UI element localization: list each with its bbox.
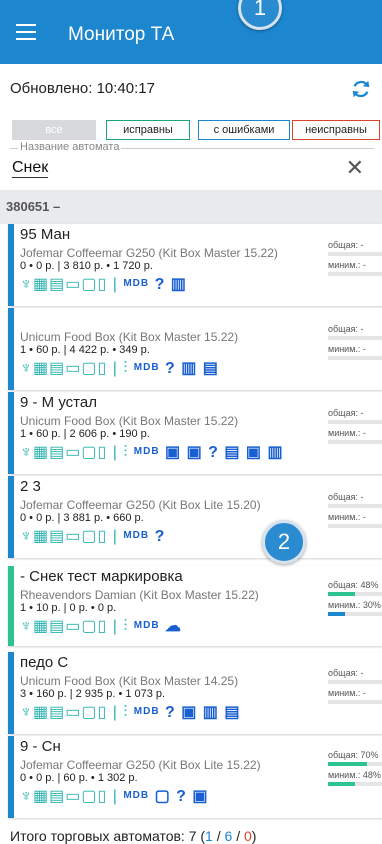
machine-model: Unicum Food Box (Kit Box Master 14.25) bbox=[20, 674, 239, 688]
status-icons: ♆▦▤▭▢▯ | MDB ? bbox=[20, 528, 166, 545]
total-label: общая: - bbox=[328, 324, 364, 334]
machine-name: 9 - М устал bbox=[20, 394, 97, 411]
filter-faulty-button[interactable]: неисправны bbox=[292, 120, 380, 140]
summary-text: Итого торговых автоматов: 7 ( bbox=[10, 828, 206, 844]
machine-name: 95 Ман bbox=[20, 226, 71, 243]
clear-icon[interactable]: ✕ bbox=[346, 155, 364, 181]
summary-sep1: / bbox=[212, 828, 225, 844]
total-level: общая: - bbox=[328, 668, 382, 684]
summary-footer: Итого торговых автоматов: 7 (1 / 6 / 0) bbox=[10, 828, 256, 844]
total-fill bbox=[328, 762, 368, 766]
machine-name: 9 - Сн bbox=[20, 738, 61, 755]
total-label: общая: - bbox=[328, 408, 364, 418]
machine-stats: 0 • 0 р. | 3 810 р. • 1 720 р. bbox=[20, 260, 153, 272]
total-label: общая: 48% bbox=[328, 580, 379, 590]
min-label: миним.: - bbox=[328, 428, 366, 438]
total-label: общая: - bbox=[328, 492, 364, 502]
count-ok: 1 bbox=[205, 828, 213, 844]
status-icons: ♆▦▤▭▢▯ | ⫶ MDB ? ▣ ▥ ▤ bbox=[20, 704, 241, 721]
status-icons: ♆▦▤▭▢▯ | ⫶ MDB ☁ bbox=[20, 618, 183, 635]
machine-card[interactable]: 2 3 Jofemar Coffeemar G250 (Kit Box Lite… bbox=[8, 476, 382, 558]
marker-badge-2: 2 bbox=[262, 520, 306, 564]
min-label: миним.: - bbox=[328, 344, 366, 354]
machine-name: педо С bbox=[20, 654, 69, 671]
min-fill bbox=[328, 612, 345, 616]
machine-name: - Снек тест маркировка bbox=[20, 568, 183, 585]
group-header[interactable]: 380651 – bbox=[0, 190, 382, 224]
min-level: миним.: - bbox=[328, 344, 382, 360]
machine-model: Rheavendors Damian (Kit Box Master 15.22… bbox=[20, 588, 259, 602]
name-search-value[interactable]: Снек bbox=[12, 159, 49, 178]
total-fill bbox=[328, 592, 355, 596]
min-label: миним.: - bbox=[328, 260, 366, 270]
machine-name: 2 3 bbox=[20, 478, 41, 495]
machine-card[interactable]: - Снек тест маркировка Rheavendors Damia… bbox=[8, 566, 382, 646]
group-header-label: 380651 – bbox=[6, 199, 61, 214]
min-level: миним.: - bbox=[328, 260, 382, 276]
machine-card[interactable]: педо С Unicum Food Box (Kit Box Master 1… bbox=[8, 652, 382, 734]
machine-model: Unicum Food Box (Kit Box Master 15.22) bbox=[20, 330, 239, 344]
machine-stats: 3 • 160 р. | 2 935 р. • 1 073 р. bbox=[20, 688, 166, 700]
machine-card[interactable]: Unicum Food Box (Kit Box Master 15.22) 1… bbox=[8, 308, 382, 390]
machine-stats: 1 • 60 р. | 4 422 р. • 349 р. bbox=[20, 344, 150, 356]
machine-stats: 0 • 0 р. | 3 881 р. • 660 р. bbox=[20, 512, 144, 524]
machine-stats: 0 • 0 р. | 60 р. • 1 302 р. bbox=[20, 772, 138, 784]
min-level: миним.: 30% bbox=[328, 600, 382, 616]
total-level: общая: 70% bbox=[328, 750, 382, 766]
updated-time: Обновлено: 10:40:17 bbox=[10, 80, 155, 97]
status-icons: ♆▦▤▭▢▯ | ⫶ MDB ▣ ▣ ? ▤ ▣ ▥ bbox=[20, 444, 284, 461]
machine-stats: 1 • 10 р. | 0 р. • 0 р. bbox=[20, 602, 117, 614]
machine-model: Jofemar Coffeemar G250 (Kit Box Master 1… bbox=[20, 246, 278, 260]
total-label: общая: - bbox=[328, 668, 364, 678]
status-icons: ♆▦▤▭▢▯ | ⫶ MDB ? ▥ ▤ bbox=[20, 360, 219, 377]
filter-errors-button[interactable]: с ошибками bbox=[198, 120, 290, 140]
machine-model: Jofemar Coffeemar G250 (Kit Box Lite 15.… bbox=[20, 498, 261, 512]
name-search-label: Название автомата bbox=[18, 141, 122, 153]
status-icons: ♆▦▤▭▢▯ | MDB ? ▥ bbox=[20, 276, 187, 293]
summary-sep2: / bbox=[232, 828, 244, 844]
summary-end: ) bbox=[251, 828, 257, 844]
filter-bar: все исправны с ошибками неисправны bbox=[12, 120, 382, 140]
menu-icon[interactable] bbox=[16, 24, 36, 40]
total-label: общая: - bbox=[328, 240, 364, 250]
min-fill bbox=[328, 782, 355, 786]
min-label: миним.: 30% bbox=[328, 600, 381, 610]
name-search-field[interactable]: Название автомата Снек ✕ bbox=[10, 141, 374, 181]
total-level: общая: 48% bbox=[328, 580, 382, 596]
count-bad: 0 bbox=[243, 828, 252, 844]
min-label: миним.: 48% bbox=[328, 770, 381, 780]
machine-model: Unicum Food Box (Kit Box Master 15.22) bbox=[20, 414, 239, 428]
machine-card[interactable]: 9 - Сн Jofemar Coffeemar G250 (Kit Box L… bbox=[8, 736, 382, 818]
filter-all-button[interactable]: все bbox=[12, 120, 96, 140]
filter-ok-button[interactable]: исправны bbox=[106, 120, 190, 140]
min-level: миним.: - bbox=[328, 428, 382, 444]
total-level: общая: - bbox=[328, 240, 382, 256]
app-title: Монитор ТА bbox=[68, 24, 175, 45]
min-label: миним.: - bbox=[328, 688, 366, 698]
min-level: миним.: - bbox=[328, 688, 382, 704]
min-label: миним.: - bbox=[328, 512, 366, 522]
total-level: общая: - bbox=[328, 408, 382, 424]
refresh-icon[interactable] bbox=[350, 78, 372, 100]
machine-card[interactable]: 9 - М устал Unicum Food Box (Kit Box Mas… bbox=[8, 392, 382, 474]
status-icons: ♆▦▤▭▢▯ | MDB ▢ ? ▣ bbox=[20, 788, 209, 805]
machine-model: Jofemar Coffeemar G250 (Kit Box Lite 15.… bbox=[20, 758, 261, 772]
min-level: миним.: 48% bbox=[328, 770, 382, 786]
total-level: общая: - bbox=[328, 492, 382, 508]
total-label: общая: 70% bbox=[328, 750, 379, 760]
app-bar: Монитор ТА bbox=[0, 0, 382, 64]
machine-card[interactable]: 95 Ман Jofemar Coffeemar G250 (Kit Box M… bbox=[8, 224, 382, 306]
total-level: общая: - bbox=[328, 324, 382, 340]
min-level: миним.: - bbox=[328, 512, 382, 528]
machine-stats: 1 • 60 р. | 2 606 р. • 190 р. bbox=[20, 428, 150, 440]
